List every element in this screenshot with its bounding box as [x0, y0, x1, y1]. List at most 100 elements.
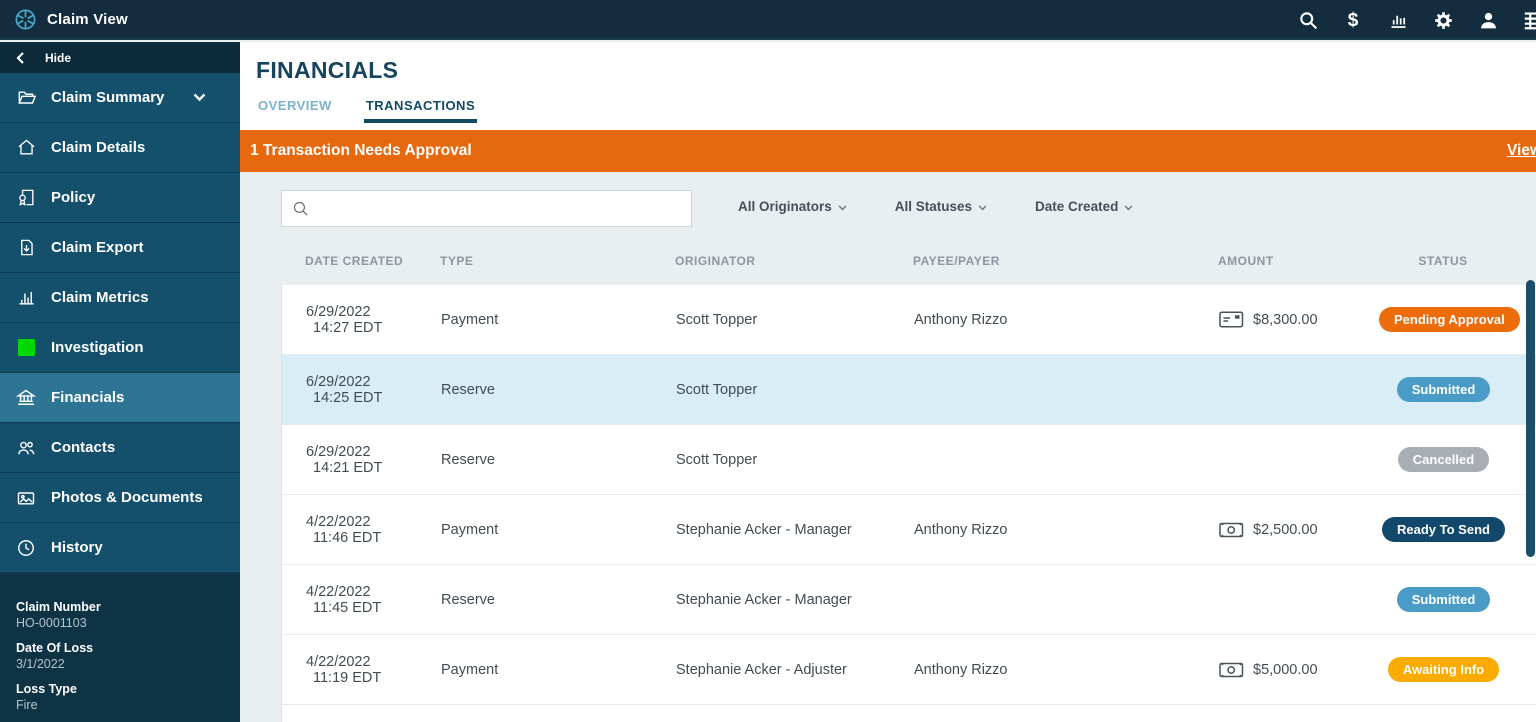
table-icon[interactable]	[1522, 9, 1536, 31]
type-cell: Reserve	[441, 381, 495, 398]
status-badge[interactable]: Pending Approval	[1379, 307, 1520, 332]
sidebar-item-history[interactable]: History	[0, 523, 240, 573]
sidebar-item-label: Contacts	[51, 439, 116, 456]
approval-banner: 1 Transaction Needs Approval View	[240, 130, 1536, 172]
green-square-icon	[16, 338, 36, 358]
status-cell: Pending Approval	[1379, 307, 1536, 332]
tab-transactions[interactable]: TRANSACTIONS	[363, 98, 478, 123]
status-badge[interactable]: Submitted	[1396, 587, 1491, 612]
table-row[interactable]: 6/29/2022 14:25 EDT Reserve Scott Topper …	[282, 355, 1536, 425]
sidebar-item-claim-export[interactable]: Claim Export	[0, 223, 240, 273]
table-row[interactable]: 6/29/2022 14:21 EDT Reserve Scott Topper …	[282, 425, 1536, 495]
transactions-table: 6/29/2022 14:27 EDT Payment Scott Topper …	[281, 285, 1536, 722]
sidebar-item-contacts[interactable]: Contacts	[0, 423, 240, 473]
sidebar-item-policy[interactable]: Policy	[0, 173, 240, 223]
originator-filter-label: All Originators	[738, 199, 832, 214]
cash-icon	[1219, 662, 1244, 678]
sidebar-item-claim-metrics[interactable]: Claim Metrics	[0, 273, 240, 323]
cash-icon	[1219, 522, 1244, 538]
table-row[interactable]: 4/22/2022 11:45 EDT Reserve Stephanie Ack…	[282, 565, 1536, 635]
claim-number-value: HO-0001103	[16, 616, 87, 630]
chevron-down-icon	[838, 204, 847, 211]
search-box[interactable]	[281, 190, 692, 227]
sidebar-item-label: Photos & Documents	[51, 489, 203, 506]
date-of-loss-value: 3/1/2022	[16, 657, 65, 671]
date-filter-label: Date Created	[1035, 199, 1119, 214]
originator-cell: Stephanie Acker - Manager	[676, 521, 852, 538]
claim-number-label: Claim Number	[16, 600, 101, 614]
document-export-icon	[16, 238, 36, 258]
date-cell: 6/29/2022 14:21 EDT	[306, 443, 383, 476]
sidebar-item-claim-details[interactable]: Claim Details	[0, 123, 240, 173]
home-icon	[16, 138, 36, 158]
originator-cell: Stephanie Acker - Adjuster	[676, 661, 847, 678]
table-row[interactable]: 4/22/2022 11:46 EDT Payment Stephanie Ack…	[282, 495, 1536, 565]
app-title: Claim View	[47, 10, 128, 28]
gear-icon[interactable]	[1432, 9, 1454, 31]
date-cell: 4/22/2022 11:19 EDT	[306, 653, 382, 686]
date-cell: 6/29/2022 14:25 EDT	[306, 373, 383, 406]
sidebar-item-label: Financials	[51, 389, 125, 406]
amount-cell: $2,500.00	[1219, 522, 1379, 538]
date-filter-dropdown[interactable]: Date Created	[1035, 199, 1133, 214]
sidebar-hide-button[interactable]: Hide	[0, 42, 240, 73]
payee-cell: Anthony Rizzo	[914, 521, 1008, 538]
photo-icon	[16, 488, 36, 508]
app-logo-aperture-icon	[14, 8, 37, 31]
bar-chart-icon[interactable]	[1387, 9, 1409, 31]
amount-cell: $5,000.00	[1219, 662, 1379, 678]
vertical-scrollbar[interactable]	[1526, 280, 1535, 557]
topbar-icon-group: $	[1297, 0, 1536, 40]
status-badge[interactable]: Ready To Send	[1382, 517, 1505, 542]
column-header-amount: AMOUNT	[1218, 254, 1274, 268]
amount-cell: $8,300.00	[1219, 311, 1379, 328]
status-cell: Cancelled	[1379, 447, 1536, 472]
sidebar-item-label: Claim Export	[51, 239, 144, 256]
date-cell: 6/29/2022 14:27 EDT	[306, 303, 383, 336]
banner-message: 1 Transaction Needs Approval	[250, 142, 472, 159]
table-row[interactable]: 4/22/2022 11:19 EDT Payment Stephanie Ack…	[282, 635, 1536, 705]
user-icon[interactable]	[1477, 9, 1499, 31]
search-icon[interactable]	[1297, 9, 1319, 31]
hide-label: Hide	[45, 50, 72, 65]
originator-filter-dropdown[interactable]: All Originators	[738, 199, 847, 214]
search-input[interactable]	[317, 200, 681, 217]
bar-chart-icon	[16, 288, 36, 308]
sidebar-item-claim-summary[interactable]: Claim Summary	[0, 73, 240, 123]
chevron-down-icon	[978, 204, 987, 211]
date-cell: 4/22/2022 11:46 EDT	[306, 513, 382, 546]
sidebar: Hide Claim Summary Claim Details Policy	[0, 42, 240, 722]
column-header-type: TYPE	[440, 254, 474, 268]
sidebar-item-financials[interactable]: Financials	[0, 373, 240, 423]
filter-bar: All Originators All Statuses Date Create…	[738, 199, 1133, 214]
tab-overview[interactable]: OVERVIEW	[256, 98, 334, 123]
status-cell: Submitted	[1379, 377, 1536, 402]
sidebar-item-label: History	[51, 539, 103, 556]
main-panel: FINANCIALS OVERVIEW TRANSACTIONS 1 Trans…	[240, 42, 1536, 722]
table-row	[282, 705, 1536, 722]
top-bar: Claim View $	[0, 0, 1536, 40]
transactions-content: All Originators All Statuses Date Create…	[240, 172, 1536, 722]
originator-cell: Scott Topper	[676, 451, 758, 468]
banner-view-link[interactable]: View	[1507, 142, 1536, 160]
payee-cell: Anthony Rizzo	[914, 661, 1008, 678]
column-header-payee-payer: PAYEE/PAYER	[913, 254, 1000, 268]
sidebar-item-label: Investigation	[51, 339, 144, 356]
status-filter-dropdown[interactable]: All Statuses	[895, 199, 987, 214]
sidebar-item-investigation[interactable]: Investigation	[0, 323, 240, 373]
main-header: FINANCIALS OVERVIEW TRANSACTIONS	[240, 42, 1536, 130]
status-badge[interactable]: Cancelled	[1397, 447, 1490, 472]
sidebar-item-label: Claim Metrics	[51, 289, 149, 306]
sidebar-item-photos-documents[interactable]: Photos & Documents	[0, 473, 240, 523]
status-badge[interactable]: Submitted	[1396, 377, 1491, 402]
page-title: FINANCIALS	[256, 57, 399, 83]
chevron-down-icon[interactable]	[193, 93, 206, 102]
status-badge[interactable]: Awaiting Info	[1387, 657, 1500, 682]
status-cell: Submitted	[1379, 587, 1536, 612]
type-cell: Reserve	[441, 591, 495, 608]
dollar-icon[interactable]: $	[1342, 9, 1364, 31]
type-cell: Reserve	[441, 451, 495, 468]
table-row[interactable]: 6/29/2022 14:27 EDT Payment Scott Topper …	[282, 285, 1536, 355]
column-header-date-created: DATE CREATED	[305, 254, 404, 268]
sidebar-item-label: Claim Details	[51, 139, 146, 156]
